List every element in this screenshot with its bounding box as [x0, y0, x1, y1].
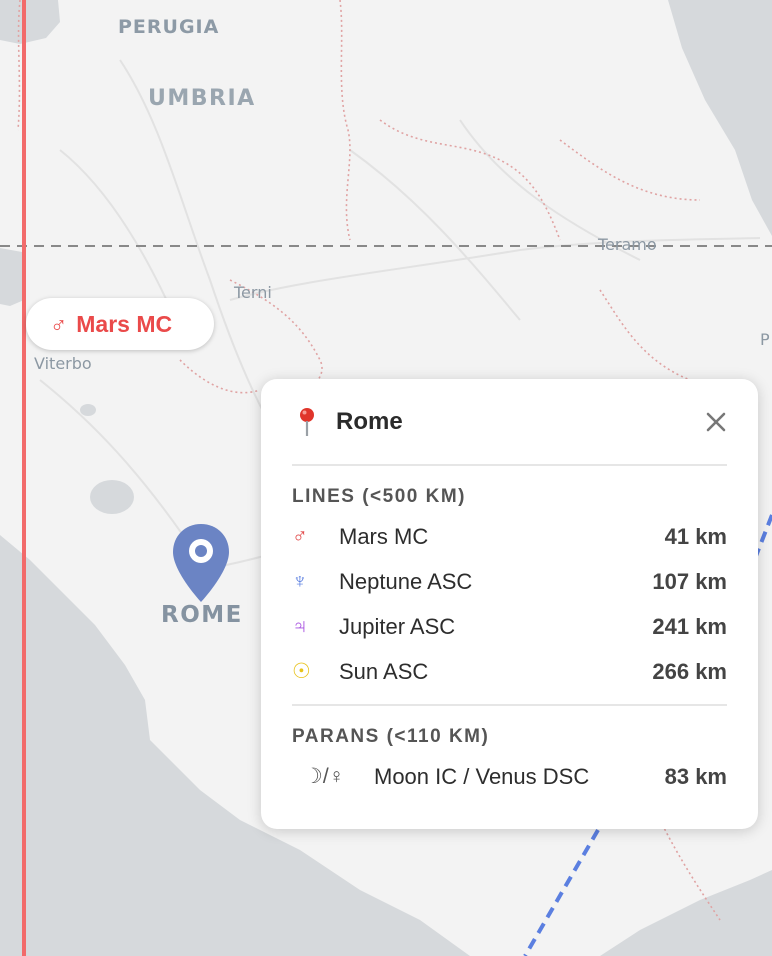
place-label-viterbo: Viterbo — [34, 354, 92, 373]
sea-area — [0, 248, 24, 306]
region-label-umbria: UMBRIA — [148, 86, 256, 111]
sun-icon: ☉ — [292, 660, 311, 683]
line-row[interactable]: ☉ Sun ASC 266 km — [292, 649, 727, 694]
moon-venus-icon: ☽/♀ — [304, 765, 345, 788]
jupiter-icon: ♃ — [292, 614, 308, 638]
line-row[interactable]: ♃ Jupiter ASC 241 km — [292, 604, 727, 649]
paran-name: Moon IC / Venus DSC — [374, 763, 590, 789]
lake-area — [80, 404, 96, 416]
line-name: Sun ASC — [339, 658, 429, 684]
paran-distance: 83 km — [664, 763, 727, 789]
line-distance: 241 km — [652, 613, 727, 639]
lines-section-title: LINES (<500 KM) — [292, 486, 467, 507]
close-icon[interactable] — [705, 411, 727, 433]
line-name: Neptune ASC — [339, 568, 473, 594]
location-popup: Rome LINES (<500 KM) ♂ Mars MC 41 km ♆ N… — [261, 379, 758, 829]
line-distance: 266 km — [652, 658, 727, 684]
place-label-edge: P — [760, 330, 770, 349]
paran-row[interactable]: ☽/♀ Moon IC / Venus DSC 83 km — [292, 754, 727, 799]
place-label-teramo: Teramo — [598, 235, 657, 254]
line-distance: 107 km — [652, 568, 727, 594]
line-row[interactable]: ♆ Neptune ASC 107 km — [292, 559, 727, 604]
map-marker-icon[interactable] — [171, 522, 231, 604]
popup-title: Rome — [336, 407, 403, 435]
place-label-terni: Terni — [234, 283, 272, 302]
line-label-text: Mars MC — [76, 310, 173, 337]
line-distance: 41 km — [664, 523, 727, 549]
line-name: Jupiter ASC — [339, 613, 456, 639]
neptune-icon: ♆ — [292, 569, 308, 593]
section-divider — [292, 704, 727, 706]
popup-header: Rome — [292, 379, 727, 466]
line-row[interactable]: ♂ Mars MC 41 km — [292, 514, 727, 559]
mars-icon: ♂ — [50, 310, 68, 337]
place-label-perugia: PERUGIA — [118, 16, 220, 38]
line-name: Mars MC — [339, 523, 429, 549]
round-pushpin-icon — [300, 407, 314, 436]
place-label-rome: ROME — [161, 602, 243, 628]
lake-area — [90, 480, 134, 514]
mars-mc-line-label[interactable]: ♂ Mars MC — [26, 298, 214, 350]
mars-icon: ♂ — [292, 524, 308, 548]
parans-section-title: PARANS (<110 KM) — [292, 726, 490, 747]
